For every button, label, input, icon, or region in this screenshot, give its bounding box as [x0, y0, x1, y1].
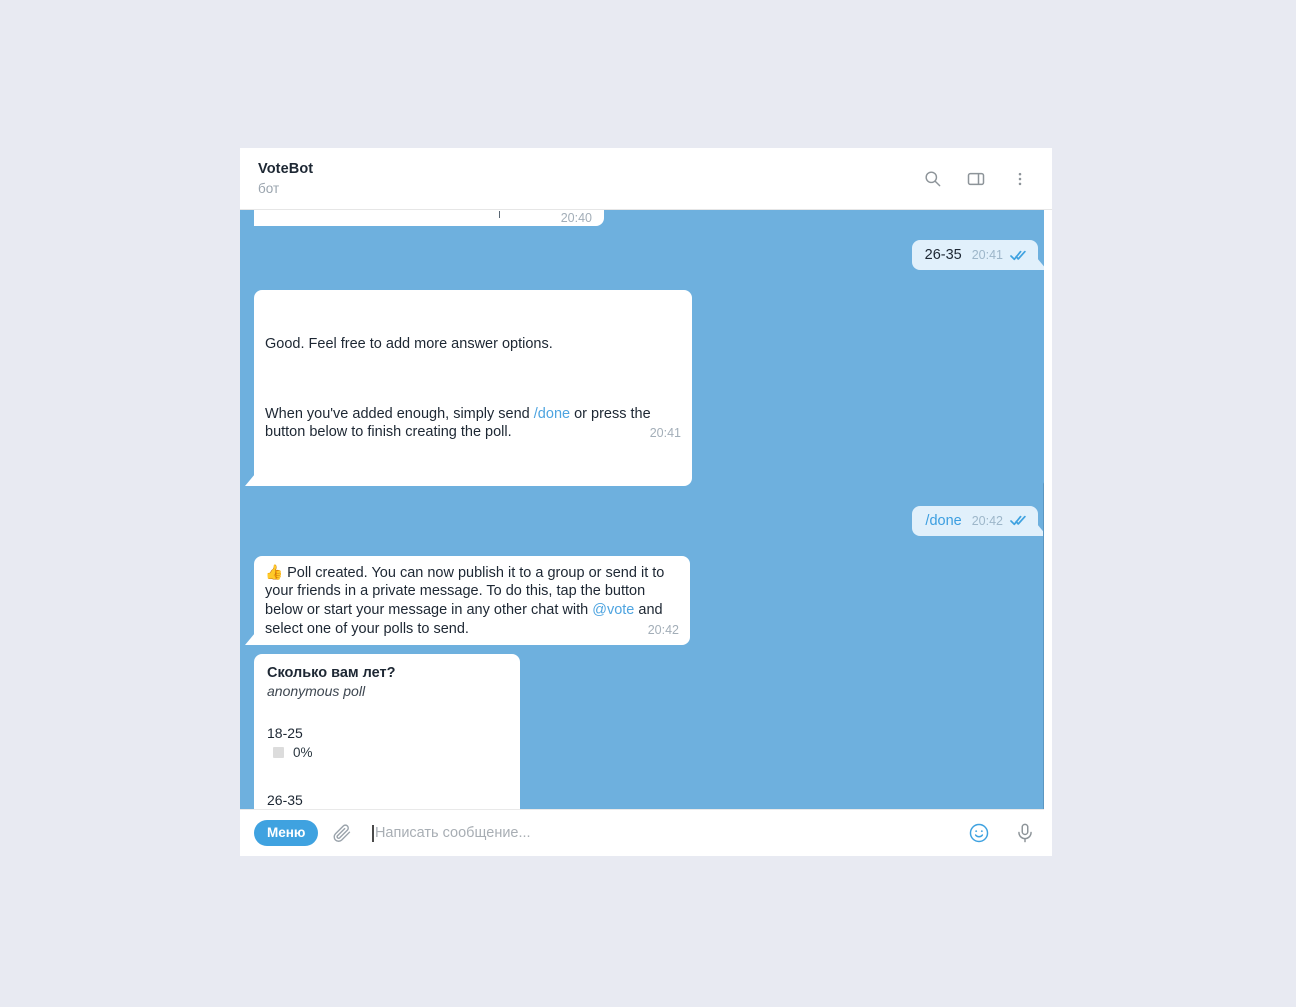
poll-option-bar — [273, 747, 284, 759]
microphone-icon[interactable] — [1014, 822, 1036, 844]
bot-mention-link[interactable]: @vote — [592, 602, 634, 618]
message-time: 20:41 — [971, 248, 1003, 262]
clipped-text-fragment — [499, 211, 500, 218]
composer-actions — [952, 822, 1036, 844]
chat-title: VoteBot — [258, 160, 314, 177]
message-composer[interactable]: Написать сообщение... — [372, 824, 952, 842]
poll-option-label: 18-25 — [267, 725, 303, 742]
thumbs-up-icon: 👍 — [265, 564, 284, 581]
paragraph-text-pre: When you've added enough, simply send — [265, 405, 534, 422]
more-vertical-icon[interactable] — [1008, 167, 1032, 191]
message-bubble-clipped[interactable]: 20:40 — [254, 210, 604, 226]
message-text: 👍 Poll created. You can now publish it t… — [265, 564, 679, 638]
telegram-chat-window: VoteBot бот 20:40 26-35 20:41 Good. Feel… — [240, 148, 1052, 856]
poll-options-list: 18-25 0% 26-35 0% — [267, 725, 508, 809]
message-bubble-incoming[interactable]: 👍 Poll created. You can now publish it t… — [245, 555, 690, 646]
menu-button[interactable]: Меню — [254, 819, 319, 847]
command-link-done[interactable]: /done — [534, 406, 570, 422]
message-bubble-outgoing[interactable]: 26-35 20:41 — [911, 240, 1048, 270]
chat-subtitle: бот — [258, 180, 280, 196]
read-receipt-double-check-icon — [1010, 515, 1027, 526]
message-time: 20:42 — [647, 622, 679, 637]
smiley-icon[interactable] — [968, 822, 990, 844]
message-time: 20:41 — [649, 426, 681, 441]
message-input-bar: Меню Написать сообщение... — [240, 809, 1052, 856]
chat-header-actions — [920, 167, 1038, 191]
poll-option-percent: 0% — [293, 745, 313, 761]
sidebar-toggle-icon[interactable] — [964, 167, 988, 191]
message-text: 26-35 — [924, 247, 962, 263]
message-row-clipped: 20:40 — [254, 210, 1038, 226]
message-row-outgoing-26-35: 26-35 20:41 — [254, 240, 1048, 270]
message-time: 20:42 — [971, 513, 1003, 528]
message-bubble-outgoing[interactable]: /done 20:42 — [912, 505, 1047, 536]
poll-option[interactable]: 18-25 0% — [267, 725, 508, 760]
text-caret — [372, 824, 374, 842]
message-paragraph-2: When you've added enough, simply send /d… — [265, 405, 681, 442]
message-list: 20:40 26-35 20:41 Good. Feel free to add… — [240, 210, 1052, 809]
message-meta: 20:41 — [972, 248, 1027, 262]
chat-header-titles[interactable]: VoteBot бот — [258, 160, 920, 198]
poll-option-result: 0% — [267, 745, 508, 760]
search-icon[interactable] — [920, 167, 944, 191]
message-row-incoming-good: Good. Feel free to add more answer optio… — [245, 290, 1038, 486]
chat-message-area[interactable]: 20:40 26-35 20:41 Good. Feel free to add… — [240, 210, 1052, 809]
message-row-poll: Сколько вам лет? anonymous poll 18-25 0% — [254, 654, 1038, 809]
message-bubble-incoming[interactable]: Good. Feel free to add more answer optio… — [245, 290, 692, 486]
page-scrollbar-track[interactable] — [1044, 148, 1052, 856]
poll-message-block: Сколько вам лет? anonymous poll 18-25 0% — [254, 654, 520, 809]
chat-header: VoteBot бот — [240, 148, 1052, 210]
poll-type-label: anonymous poll — [267, 683, 366, 700]
poll-option[interactable]: 26-35 0% — [267, 792, 508, 809]
poll-question: Сколько вам лет? — [267, 665, 396, 682]
paperclip-icon[interactable] — [332, 823, 353, 844]
message-text[interactable]: /done — [925, 513, 961, 529]
message-input-placeholder: Написать сообщение... — [374, 825, 531, 841]
message-row-outgoing-done: /done 20:42 — [254, 505, 1047, 536]
read-receipt-double-check-icon — [1010, 250, 1027, 261]
message-text: Good. Feel free to add more answer optio… — [265, 298, 681, 479]
poll-option-label: 26-35 — [267, 792, 303, 809]
message-row-incoming-poll-created: 👍 Poll created. You can now publish it t… — [245, 555, 1038, 646]
message-time: 20:40 — [560, 211, 592, 225]
poll-card[interactable]: Сколько вам лет? anonymous poll 18-25 0% — [254, 654, 520, 809]
message-paragraph-1: Good. Feel free to add more answer optio… — [265, 336, 553, 353]
message-meta: 20:42 — [972, 514, 1027, 528]
